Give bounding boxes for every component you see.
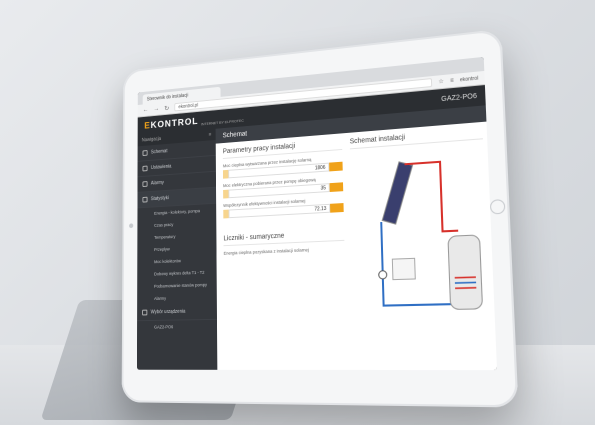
parameters-panel: Parametry pracy instalacji Moc cieplna w… — [222, 139, 345, 257]
section-title: Schemat — [222, 130, 248, 139]
field-unit-button[interactable] — [329, 182, 344, 193]
tablet-screen: Sterownik do instalacji ← → ↻ ekontrol.p… — [136, 56, 498, 371]
wrench-icon — [142, 165, 148, 172]
device-name: GAZ2-PO6 — [441, 92, 478, 103]
main-content: Schemat Parametry pracy instalacji Moc c… — [215, 105, 498, 371]
logo-subtitle: INTERNET BY ELPROTEC — [200, 117, 244, 126]
forward-arrow-icon[interactable]: → — [153, 106, 159, 113]
sidebar: Nawigacja ≡ Schemat Ustawienia Alarmy St… — [136, 128, 218, 370]
field-unit-button[interactable] — [330, 203, 344, 213]
sidebar-header-label: Nawigacja — [141, 136, 161, 144]
bell-icon — [142, 181, 148, 187]
app-body: Nawigacja ≡ Schemat Ustawienia Alarmy St… — [136, 105, 498, 371]
user-name[interactable]: ekontrol — [460, 75, 479, 83]
hamburger-icon[interactable]: ≡ — [209, 132, 212, 138]
users-icon — [142, 150, 148, 156]
solar-collector — [382, 162, 412, 224]
schema-title: Schemat instalacji — [349, 128, 483, 150]
address-text: ekontrol.pl — [178, 102, 199, 111]
star-icon[interactable]: ☆ — [438, 78, 444, 85]
hot-pipe — [405, 161, 459, 233]
menu-icon[interactable]: ≡ — [450, 77, 454, 83]
home-button[interactable] — [489, 199, 506, 215]
sidebar-item-device-select[interactable]: Wybór urządzenia — [137, 303, 217, 322]
pump-icon — [379, 271, 387, 279]
tablet: Sterownik do instalacji ← → ↻ ekontrol.p… — [121, 28, 519, 408]
ekontrol-logo[interactable]: EKONTROL — [144, 116, 198, 131]
field-unit-button[interactable] — [329, 161, 343, 172]
back-arrow-icon[interactable]: ← — [143, 107, 149, 114]
counters-title: Liczniki - sumaryczne — [223, 229, 345, 247]
camera — [129, 223, 134, 229]
reload-icon[interactable]: ↻ — [164, 104, 169, 112]
controller-box — [392, 258, 415, 279]
sidebar-device[interactable]: GAZ2-PO6 — [137, 320, 217, 334]
scene: Sterownik do instalacji ← → ↻ ekontrol.p… — [0, 0, 595, 425]
installation-diagram — [350, 147, 490, 358]
counters-label: Energia cieplna pozyskana z instalacji s… — [223, 247, 309, 256]
device-icon — [142, 309, 148, 316]
chart-icon — [142, 196, 148, 203]
water-tank — [448, 235, 483, 310]
